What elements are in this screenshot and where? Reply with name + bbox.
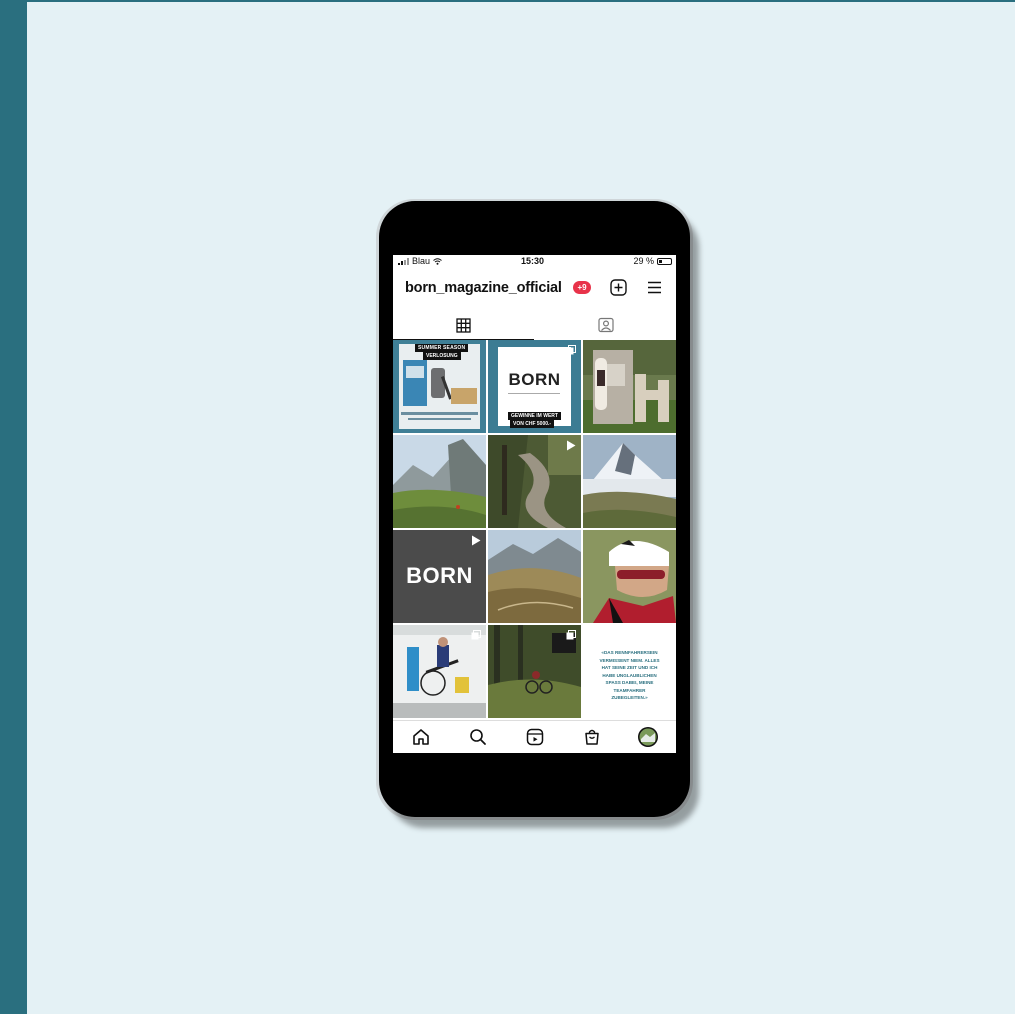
menu-button[interactable] — [646, 279, 663, 296]
multi-photo-icon — [566, 345, 576, 355]
username-dropdown[interactable]: born_magazine_official — [405, 280, 562, 296]
battery-percent: 29 % — [633, 256, 654, 266]
post-rider-portrait[interactable] — [583, 530, 676, 623]
wifi-icon — [433, 257, 442, 265]
nav-home[interactable] — [410, 726, 432, 748]
profile-avatar — [638, 727, 658, 747]
reel-play-icon — [567, 440, 576, 451]
multi-photo-icon — [566, 630, 576, 640]
status-bar: Blau 15:30 29 % — [393, 255, 676, 268]
summer-subtitle: VERLOSUNG — [423, 352, 461, 360]
tab-posts-grid[interactable] — [393, 310, 534, 340]
post-forest-ride[interactable] — [488, 625, 581, 718]
post-bike-workshop[interactable] — [393, 625, 486, 718]
born-logo: BORN — [508, 370, 561, 389]
nav-reels[interactable] — [524, 726, 546, 748]
top-accent-line — [0, 0, 1015, 2]
notification-badge[interactable]: +9 — [573, 281, 591, 294]
new-post-button[interactable] — [610, 279, 627, 296]
nav-shop[interactable] — [581, 726, 603, 748]
giveaway-line-2: VON CHF 5000.- — [510, 420, 555, 428]
battery-icon — [657, 257, 672, 265]
signal-icon — [398, 257, 409, 265]
home-icon — [413, 729, 429, 745]
multi-photo-icon — [471, 630, 481, 640]
born-video-logo: BORN — [406, 563, 473, 588]
carrier-name: Blau — [412, 256, 431, 266]
reels-icon — [526, 728, 544, 746]
left-accent-bar — [0, 0, 27, 1014]
battery-info: 29 % — [633, 256, 672, 266]
post-born-video[interactable]: BORN — [393, 530, 486, 623]
shop-icon — [585, 729, 599, 745]
grid-icon — [456, 317, 471, 333]
nav-profile[interactable] — [637, 726, 659, 748]
tagged-person-icon — [597, 317, 614, 333]
post-wooden-sign[interactable] — [583, 340, 676, 433]
post-forest-trail[interactable] — [488, 435, 581, 528]
post-matterhorn[interactable] — [583, 435, 676, 528]
profile-header: born_magazine_official +9 — [393, 277, 676, 301]
post-born-giveaway[interactable]: BORN GEWINNE IM WERT VON CHF 5000.- — [488, 340, 581, 433]
reel-play-icon — [472, 535, 481, 546]
summer-title: SUMMER SEASON — [415, 344, 469, 352]
profile-tabs — [393, 310, 676, 340]
posts-grid: SUMMER SEASON VERLOSUNG BORN GEWINNE IM … — [393, 340, 676, 718]
post-mountain-valley[interactable] — [393, 435, 486, 528]
tab-tagged[interactable] — [535, 310, 676, 340]
nav-search[interactable] — [467, 726, 489, 748]
giveaway-line-1: GEWINNE IM WERT — [508, 412, 561, 420]
quote-text: «DAS RENNFAHRERSEIN VERMISSENT NIEM. ALL… — [599, 650, 660, 700]
bottom-navigation — [393, 720, 676, 753]
post-quote[interactable]: «DAS RENNFAHRERSEIN VERMISSENT NIEM. ALL… — [583, 625, 676, 718]
search-icon — [470, 729, 486, 745]
phone-screen: Blau 15:30 29 % born_magazine_official +… — [393, 255, 676, 753]
post-summer-giveaway[interactable]: SUMMER SEASON VERLOSUNG — [393, 340, 486, 433]
status-time: 15:30 — [521, 256, 545, 266]
post-alpine-pass[interactable] — [488, 530, 581, 623]
carrier-info: Blau — [398, 256, 442, 266]
